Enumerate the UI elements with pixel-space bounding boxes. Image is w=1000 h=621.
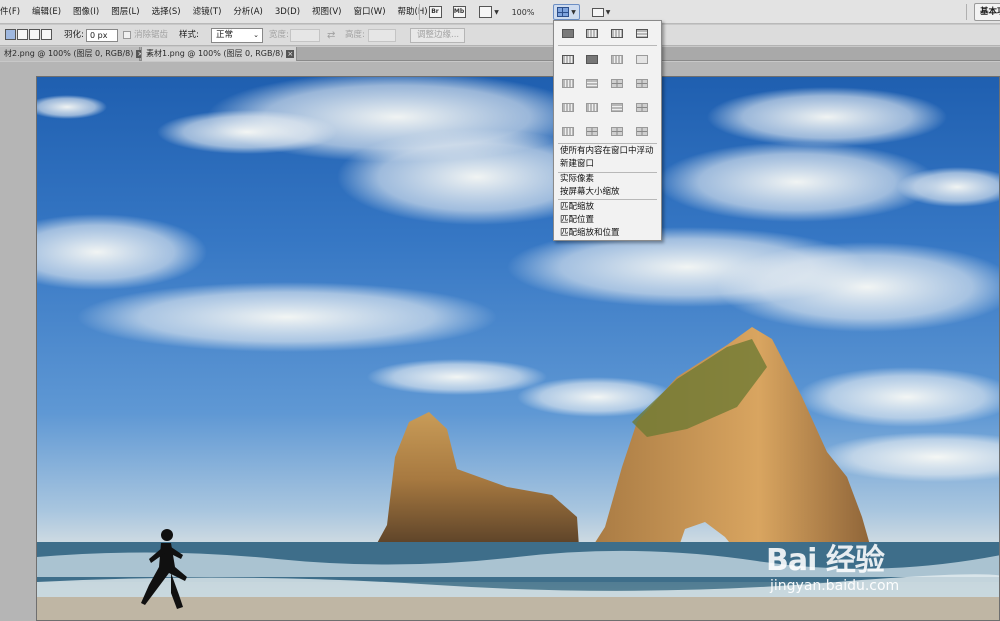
menu-analysis[interactable]: 分析(A)	[227, 0, 268, 24]
chevron-down-icon: ▼	[605, 8, 611, 16]
zoom-level[interactable]: 100%	[510, 4, 536, 20]
layout-6up-icon[interactable]	[636, 103, 648, 112]
tab-label: 材2.png @ 100% (图层 0, RGB/8)	[4, 49, 134, 58]
style-label: 样式:	[179, 30, 199, 40]
height-label: 高度:	[345, 30, 365, 40]
style-select-value: 正常	[216, 30, 234, 40]
baidu-jingyan-watermark-url: jingyan.baidu.com	[770, 578, 900, 594]
menu-3d[interactable]: 3D(D)	[269, 0, 306, 24]
chevron-down-icon: ▼	[494, 8, 499, 16]
add-selection-icon[interactable]	[17, 29, 28, 40]
layout-3up-icon[interactable]	[611, 55, 623, 64]
new-selection-icon[interactable]	[5, 29, 16, 40]
layout-5up-vertical-icon[interactable]	[586, 103, 598, 112]
antialias-checkbox[interactable]	[123, 31, 131, 39]
antialias-label: 消除锯齿	[134, 30, 169, 40]
clouds	[37, 77, 999, 482]
bridge-icon: Br	[428, 6, 442, 18]
layout-3up-rows-icon[interactable]	[586, 79, 598, 88]
view-extras-icon	[479, 6, 493, 18]
document-tab-bar: 材2.png @ 100% (图层 0, RGB/8)× 素材1.png @ 1…	[0, 47, 1000, 61]
height-input[interactable]	[368, 29, 396, 42]
layout-6up-vertical-icon[interactable]	[562, 127, 574, 136]
arrange-documents-menu: 使所有内容在窗口中浮动 新建窗口 实际像素 按屏幕大小缩放 匹配缩放 匹配位置 …	[553, 20, 662, 241]
menu-view[interactable]: 视图(V)	[306, 0, 347, 24]
layout-3up-stacked-icon[interactable]	[636, 55, 648, 64]
screen-mode-button[interactable]: ▼	[588, 4, 614, 20]
arrange-grid-icon	[557, 7, 570, 17]
menu-items: 件(F) 编辑(E) 图像(I) 图层(L) 选择(S) 滤镜(T) 分析(A)…	[0, 0, 434, 24]
layout-3up-vertical-icon[interactable]	[611, 29, 623, 38]
menu-edit[interactable]: 编辑(E)	[26, 0, 67, 24]
layout-4up-icon[interactable]	[636, 29, 648, 38]
menu-fit-on-screen[interactable]: 按屏幕大小缩放	[560, 186, 620, 198]
menu-divider	[558, 45, 657, 46]
menubar-divider	[542, 4, 543, 20]
layout-2up-vertical-icon[interactable]	[586, 29, 598, 38]
layout-2up-horizontal-icon[interactable]	[586, 55, 598, 64]
menu-divider	[558, 199, 657, 200]
menu-layer[interactable]: 图层(L)	[105, 0, 145, 24]
menu-match-zoom[interactable]: 匹配缩放	[560, 201, 594, 213]
menu-match-zoom-and-location[interactable]: 匹配缩放和位置	[560, 227, 620, 239]
screen-mode-icon	[591, 7, 604, 17]
refine-edge-button[interactable]: 调整边缘...	[410, 28, 465, 43]
menu-float-all-in-windows[interactable]: 使所有内容在窗口中浮动	[560, 145, 654, 157]
chevron-down-icon: ⌄	[253, 31, 259, 39]
intersect-selection-icon[interactable]	[41, 29, 52, 40]
swap-dimensions-icon[interactable]: ⇄	[327, 28, 335, 43]
menubar-divider	[419, 4, 420, 20]
layout-2up-icon[interactable]	[562, 55, 574, 64]
tab-label: 素材1.png @ 100% (图层 0, RGB/8)	[146, 49, 284, 58]
layout-6up-grid-icon[interactable]	[586, 127, 598, 136]
menu-filter[interactable]: 滤镜(T)	[187, 0, 228, 24]
tab-document-2[interactable]: 材2.png @ 100% (图层 0, RGB/8)×	[0, 47, 145, 61]
menubar-divider	[966, 4, 967, 20]
menu-file[interactable]: 件(F)	[0, 0, 26, 24]
width-input[interactable]	[290, 29, 320, 42]
launch-minibridge-button[interactable]: Mb	[452, 4, 466, 20]
subtract-selection-icon[interactable]	[29, 29, 40, 40]
menu-actual-pixels[interactable]: 实际像素	[560, 173, 594, 185]
layout-4up-alt-icon[interactable]	[636, 79, 648, 88]
layout-6up-alt-icon[interactable]	[611, 127, 623, 136]
menu-window[interactable]: 窗口(W)	[347, 0, 391, 24]
chevron-down-icon: ▼	[571, 8, 576, 16]
arrange-documents-button[interactable]: ▼	[553, 4, 580, 20]
width-label: 宽度:	[269, 30, 289, 40]
menu-bar: 件(F) 编辑(E) 图像(I) 图层(L) 选择(S) 滤镜(T) 分析(A)…	[0, 0, 1000, 24]
minibridge-icon: Mb	[452, 6, 466, 18]
view-extras-button[interactable]: ▼	[476, 4, 502, 20]
launch-bridge-button[interactable]: Br	[428, 4, 442, 20]
feather-input[interactable]: 0 px	[86, 29, 118, 42]
menu-divider	[558, 143, 657, 144]
sand	[37, 597, 999, 620]
menu-new-window[interactable]: 新建窗口	[560, 158, 594, 170]
layout-consolidate-all-icon[interactable]	[562, 29, 574, 38]
layout-3up-horizontal-icon[interactable]	[562, 79, 574, 88]
menu-select[interactable]: 选择(S)	[146, 0, 187, 24]
small-rock	[375, 412, 579, 547]
menu-match-location[interactable]: 匹配位置	[560, 214, 594, 226]
menu-image[interactable]: 图像(I)	[67, 0, 105, 24]
close-icon[interactable]: ×	[286, 49, 295, 58]
layout-4up-grid-icon[interactable]	[611, 79, 623, 88]
layout-5up-icon[interactable]	[562, 103, 574, 112]
options-bar: 羽化: 0 px 消除锯齿 样式: 正常 ⌄ 宽度: ⇄ 高度: 调整边缘...	[0, 25, 1000, 46]
workspace-switcher[interactable]: 基本功能	[974, 3, 1000, 21]
baidu-jingyan-watermark-logo: Bai 经验	[766, 543, 885, 578]
layout-5up-rows-icon[interactable]	[611, 103, 623, 112]
tab-document-1[interactable]: 素材1.png @ 100% (图层 0, RGB/8) ×	[141, 47, 297, 61]
feather-label: 羽化:	[64, 30, 84, 40]
layout-tile-all-icon[interactable]	[636, 127, 648, 136]
style-select[interactable]: 正常 ⌄	[211, 28, 263, 43]
